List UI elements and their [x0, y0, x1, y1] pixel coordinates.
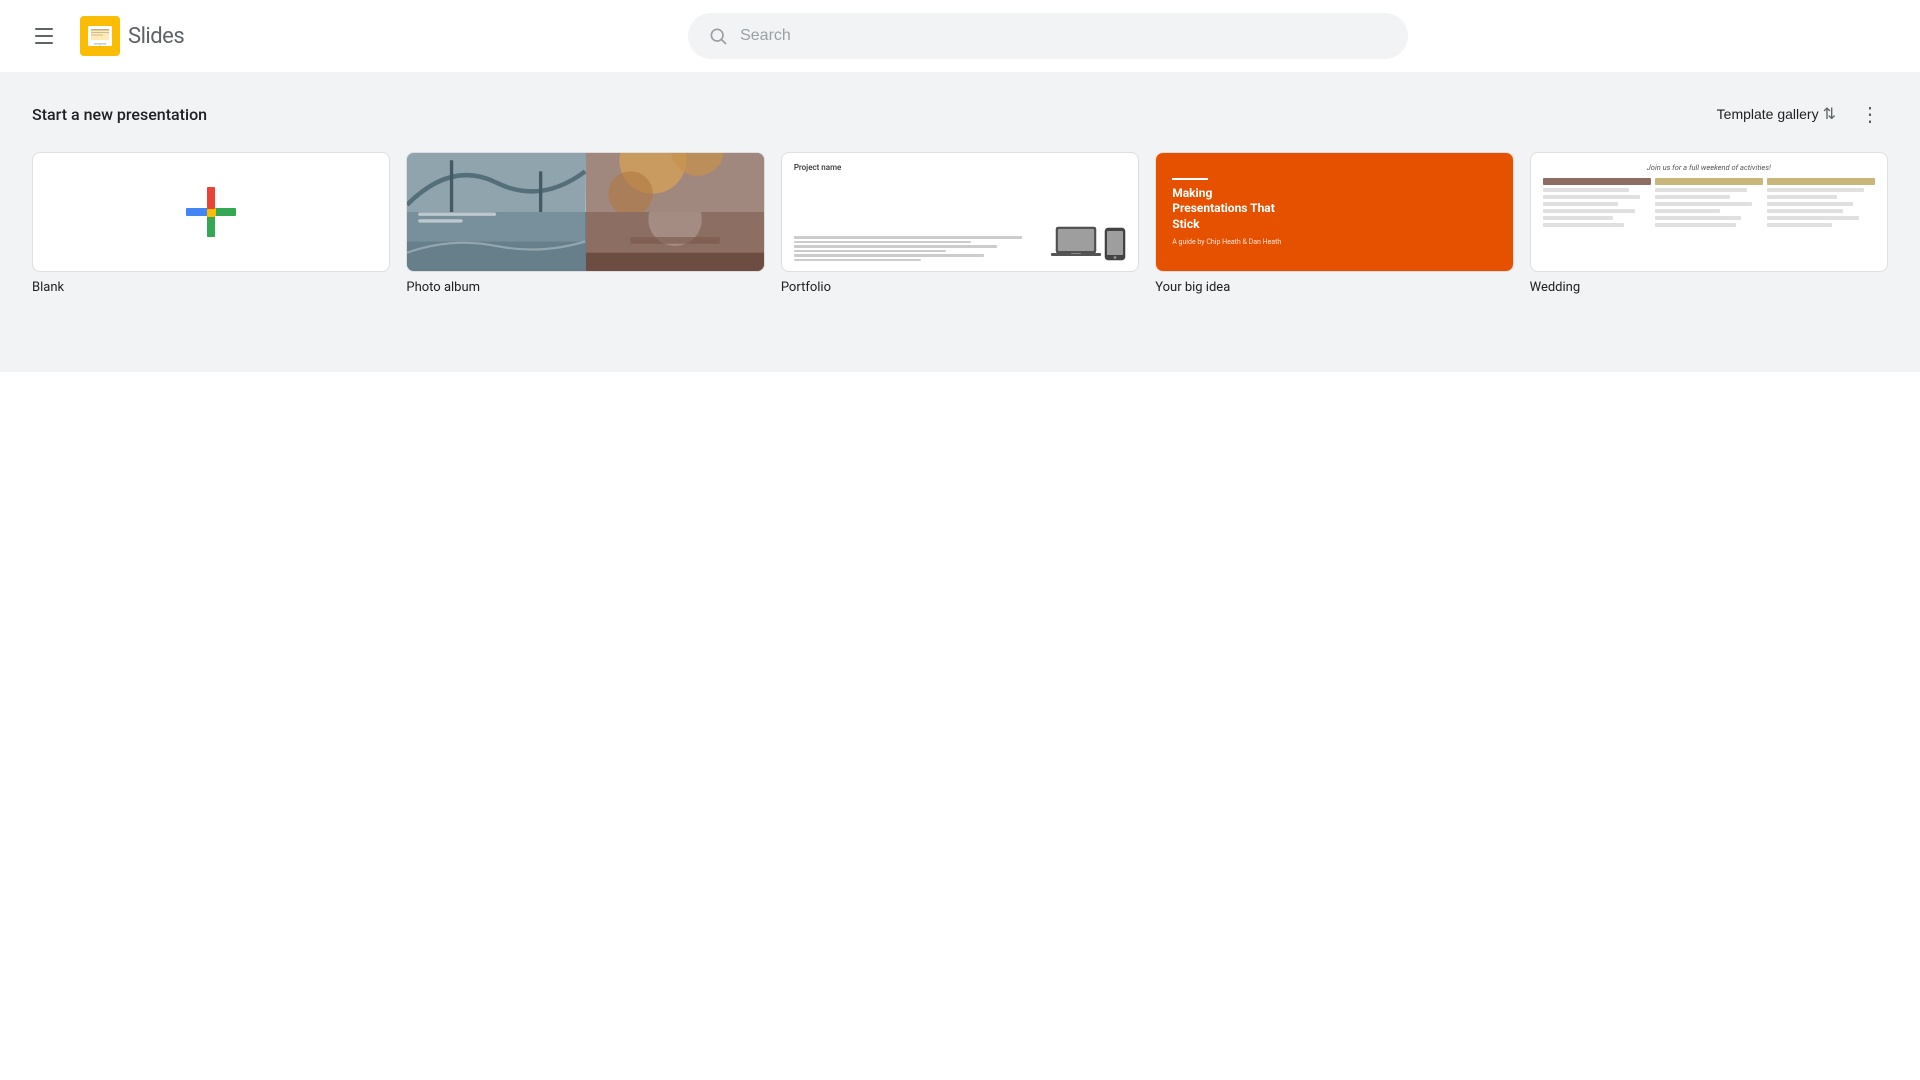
template-item-photo-album[interactable]: Photo album [406, 152, 764, 311]
more-dots-icon: ⋮ [1860, 102, 1880, 127]
search-bar [688, 13, 1408, 59]
template-name-blank: Blank [32, 280, 390, 311]
wedding-col-friday [1655, 178, 1763, 261]
template-section-header: Start a new presentation Template galler… [32, 96, 1888, 132]
section-title: Start a new presentation [32, 105, 207, 124]
big-idea-content: MakingPresentations ThatStick A guide by… [1156, 153, 1512, 271]
main-content [0, 372, 1920, 772]
wedding-title-text: Join us for a full weekend of activities… [1543, 163, 1875, 172]
wedding-col-thursday [1543, 178, 1651, 261]
template-thumb-portfolio: Project name [781, 152, 1139, 272]
template-thumb-blank [32, 152, 390, 272]
template-thumb-your-big-idea: MakingPresentations ThatStick A guide by… [1155, 152, 1513, 272]
template-name-portfolio: Portfolio [781, 280, 1139, 311]
app-header: Slides [0, 0, 1920, 72]
template-grid: Blank [32, 152, 1888, 311]
template-thumb-photo-album [406, 152, 764, 272]
wedding-col-sunday [1767, 178, 1875, 261]
template-item-your-big-idea[interactable]: MakingPresentations ThatStick A guide by… [1155, 152, 1513, 311]
photo-album-grid [407, 153, 763, 271]
app-title: Slides [128, 24, 184, 49]
menu-bar-3 [35, 42, 53, 44]
template-item-wedding[interactable]: Join us for a full weekend of activities… [1530, 152, 1888, 311]
photo-cell-2 [586, 153, 764, 212]
menu-bar-1 [35, 28, 53, 30]
template-name-photo-album: Photo album [406, 280, 764, 311]
search-input[interactable] [740, 27, 1388, 45]
template-item-blank[interactable]: Blank [32, 152, 390, 311]
template-name-your-big-idea: Your big idea [1155, 280, 1513, 311]
big-idea-sub: A guide by Chip Heath & Dan Heath [1172, 238, 1281, 246]
photo-cell-1 [407, 153, 585, 212]
google-plus-colored-icon [181, 182, 241, 242]
portfolio-laptop-icon [1051, 225, 1101, 261]
wedding-content: Join us for a full weekend of activities… [1543, 163, 1875, 261]
header-right-controls: Template gallery ⇅ ⋮ [1709, 96, 1888, 132]
portfolio-project-name: Project name [794, 163, 1126, 172]
more-options-button[interactable]: ⋮ [1852, 96, 1888, 132]
template-name-wedding: Wedding [1530, 280, 1888, 311]
portfolio-phone-icon [1104, 227, 1126, 261]
photo-cell-3 [407, 212, 585, 271]
app-logo[interactable]: Slides [80, 16, 184, 56]
menu-button[interactable] [24, 16, 64, 56]
chevron-updown-icon: ⇅ [1823, 104, 1836, 124]
template-thumb-wedding: Join us for a full weekend of activities… [1530, 152, 1888, 272]
menu-bar-2 [35, 35, 53, 37]
big-idea-decorative-line [1172, 178, 1208, 180]
wedding-schedule-columns [1543, 178, 1875, 261]
template-gallery-label: Template gallery [1717, 106, 1819, 122]
search-icon [708, 26, 728, 46]
template-gallery-button[interactable]: Template gallery ⇅ [1709, 98, 1844, 130]
template-item-portfolio[interactable]: Project name [781, 152, 1139, 311]
photo-cell-4 [586, 212, 764, 271]
big-idea-main-title: MakingPresentations ThatStick [1172, 186, 1275, 233]
template-section: Start a new presentation Template galler… [0, 72, 1920, 372]
slides-icon [80, 16, 120, 56]
